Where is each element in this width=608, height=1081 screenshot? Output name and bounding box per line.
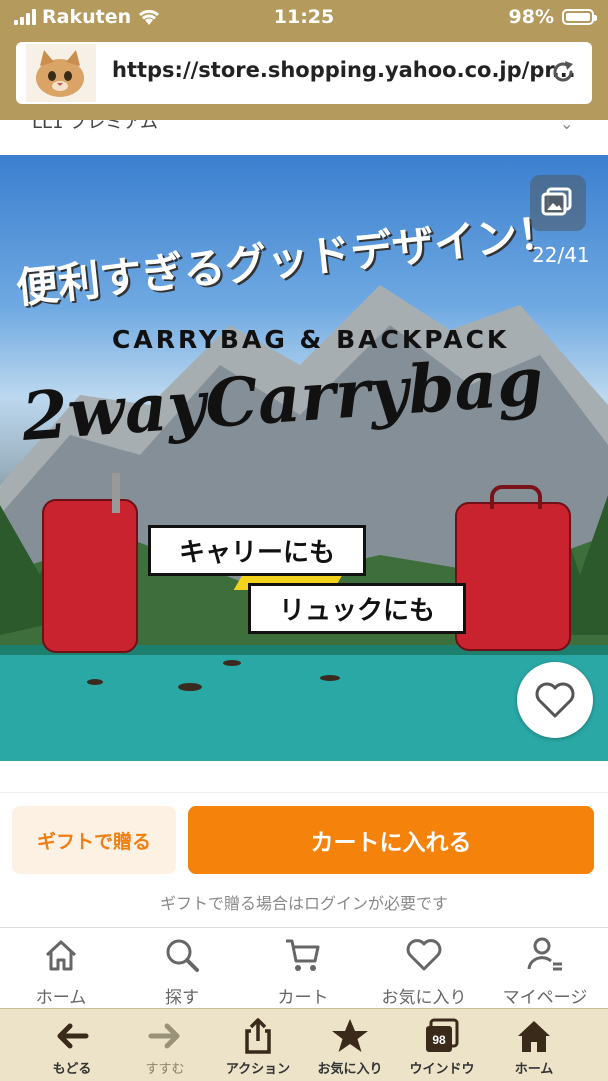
window-count: 98 — [432, 1033, 446, 1047]
nav-cart[interactable]: カート — [243, 935, 363, 1008]
reload-icon[interactable] — [549, 58, 577, 86]
tag-carry: キャリーにも — [148, 525, 367, 576]
nav-search[interactable]: 探す — [122, 935, 242, 1008]
share-icon — [245, 1018, 271, 1054]
toolbar-forward[interactable]: すすむ — [115, 1016, 215, 1077]
image-counter: 22/41 — [532, 243, 590, 267]
nav-home-label: ホーム — [35, 988, 87, 1008]
nav-cart-label: カート — [277, 988, 329, 1008]
battery-icon — [562, 9, 597, 25]
toolbar-windows[interactable]: 98 ウインドウ — [392, 1016, 492, 1077]
carry-handle — [490, 485, 542, 509]
toolbar-back[interactable]: もどる — [22, 1016, 122, 1077]
toolbar-home-label: ホーム — [514, 1062, 554, 1077]
toolbar-home[interactable]: ホーム — [484, 1016, 584, 1077]
toolbar-bookmarks[interactable]: お気に入り — [300, 1016, 400, 1077]
gift-login-note: ギフトで贈る場合はログインが必要です — [159, 894, 448, 913]
status-bar: Rakuten 11:25 98% — [0, 0, 608, 36]
tag-backpack: リュックにも — [248, 583, 467, 634]
toolbar-bookmarks-label: お気に入り — [317, 1062, 383, 1077]
red-carrybag-right — [455, 502, 571, 651]
heart-icon — [535, 682, 575, 718]
user-icon — [527, 937, 562, 971]
nav-search-label: 探す — [165, 988, 199, 1008]
nav-favorites[interactable]: お気に入り — [364, 935, 484, 1008]
cart-icon — [286, 939, 320, 971]
toolbar-back-label: もどる — [52, 1062, 92, 1077]
search-icon — [166, 939, 199, 972]
url-text[interactable]: https://store.shopping.yahoo.co.jp/pr... — [112, 58, 576, 82]
variant-label: LL1 プレミアム — [32, 120, 158, 133]
home-filled-icon — [518, 1021, 550, 1052]
battery-group: 98% — [508, 6, 597, 28]
battery-percent: 98% — [508, 6, 554, 28]
red-carrybag-left — [42, 499, 138, 653]
add-to-cart-button[interactable]: カートに入れる — [188, 806, 594, 874]
carry-handle — [112, 473, 120, 513]
toolbar-action-label: アクション — [225, 1062, 291, 1077]
gallery-icon — [541, 187, 572, 216]
variant-row-partial[interactable]: LL1 プレミアム ⌄ — [0, 120, 608, 157]
favorite-button[interactable] — [517, 662, 593, 738]
gift-button[interactable]: ギフトで贈る — [12, 806, 176, 874]
star-icon — [332, 1019, 368, 1052]
toolbar-forward-label: すすむ — [145, 1062, 185, 1077]
nav-favorites-label: お気に入り — [381, 988, 467, 1008]
nav-home[interactable]: ホーム — [1, 935, 121, 1008]
chevron-down-icon: ⌄ — [560, 120, 574, 133]
arrow-left-icon — [57, 1023, 89, 1049]
gallery-button[interactable] — [530, 175, 586, 231]
home-outline-icon — [45, 940, 77, 971]
toolbar-windows-label: ウインドウ — [409, 1062, 475, 1077]
cat-avatar-icon[interactable] — [26, 44, 96, 102]
windows-icon: 98 — [426, 1018, 459, 1052]
toolbar-action[interactable]: アクション — [208, 1016, 308, 1077]
arrow-right-icon — [148, 1023, 180, 1049]
nav-mypage[interactable]: マイページ — [485, 935, 605, 1008]
nav-mypage-label: マイページ — [502, 988, 588, 1008]
heart-icon — [406, 939, 442, 971]
